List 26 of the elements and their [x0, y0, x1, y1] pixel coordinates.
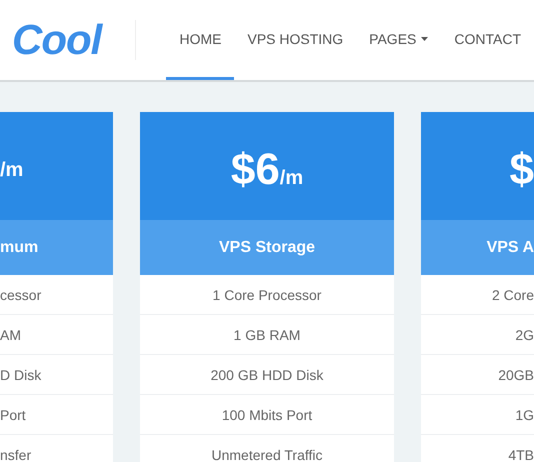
feature-text: D Disk: [0, 366, 42, 382]
feature-text: AM: [0, 326, 21, 342]
plan-name: VPS A: [486, 238, 534, 256]
price-amount: $6: [230, 145, 280, 195]
feature-text: 200 GB HDD Disk: [210, 366, 324, 382]
nav-link[interactable]: VPS HOSTING: [234, 0, 356, 80]
feature-text: 20GB: [498, 366, 534, 382]
nav-link[interactable]: CONTACT: [441, 0, 534, 80]
feature-text: Port: [0, 406, 26, 422]
feature-text: 1 GB RAM: [234, 326, 300, 342]
nav-link[interactable]: PAGES: [356, 0, 442, 80]
feature-text: 100 Mbits Port: [222, 406, 312, 422]
plan-name: VPS Storage: [218, 238, 316, 256]
feature-text: 2G: [515, 326, 534, 342]
feature-text: cessor: [0, 286, 42, 302]
price-period: /m: [0, 158, 24, 182]
feature-text: 2 Core: [492, 286, 534, 302]
nav-link[interactable]: HOME: [166, 0, 234, 80]
plan-name: mum: [0, 238, 38, 256]
feature-text: 1G: [515, 406, 534, 422]
price-period: /m: [280, 167, 304, 190]
price-amount: $: [510, 145, 534, 195]
feature-text: 1 Core Processor: [212, 286, 322, 302]
feature-text: Unmetered Traffic: [211, 446, 322, 462]
feature-text: nsfer: [0, 446, 32, 462]
feature-text: 4TB: [508, 446, 534, 462]
